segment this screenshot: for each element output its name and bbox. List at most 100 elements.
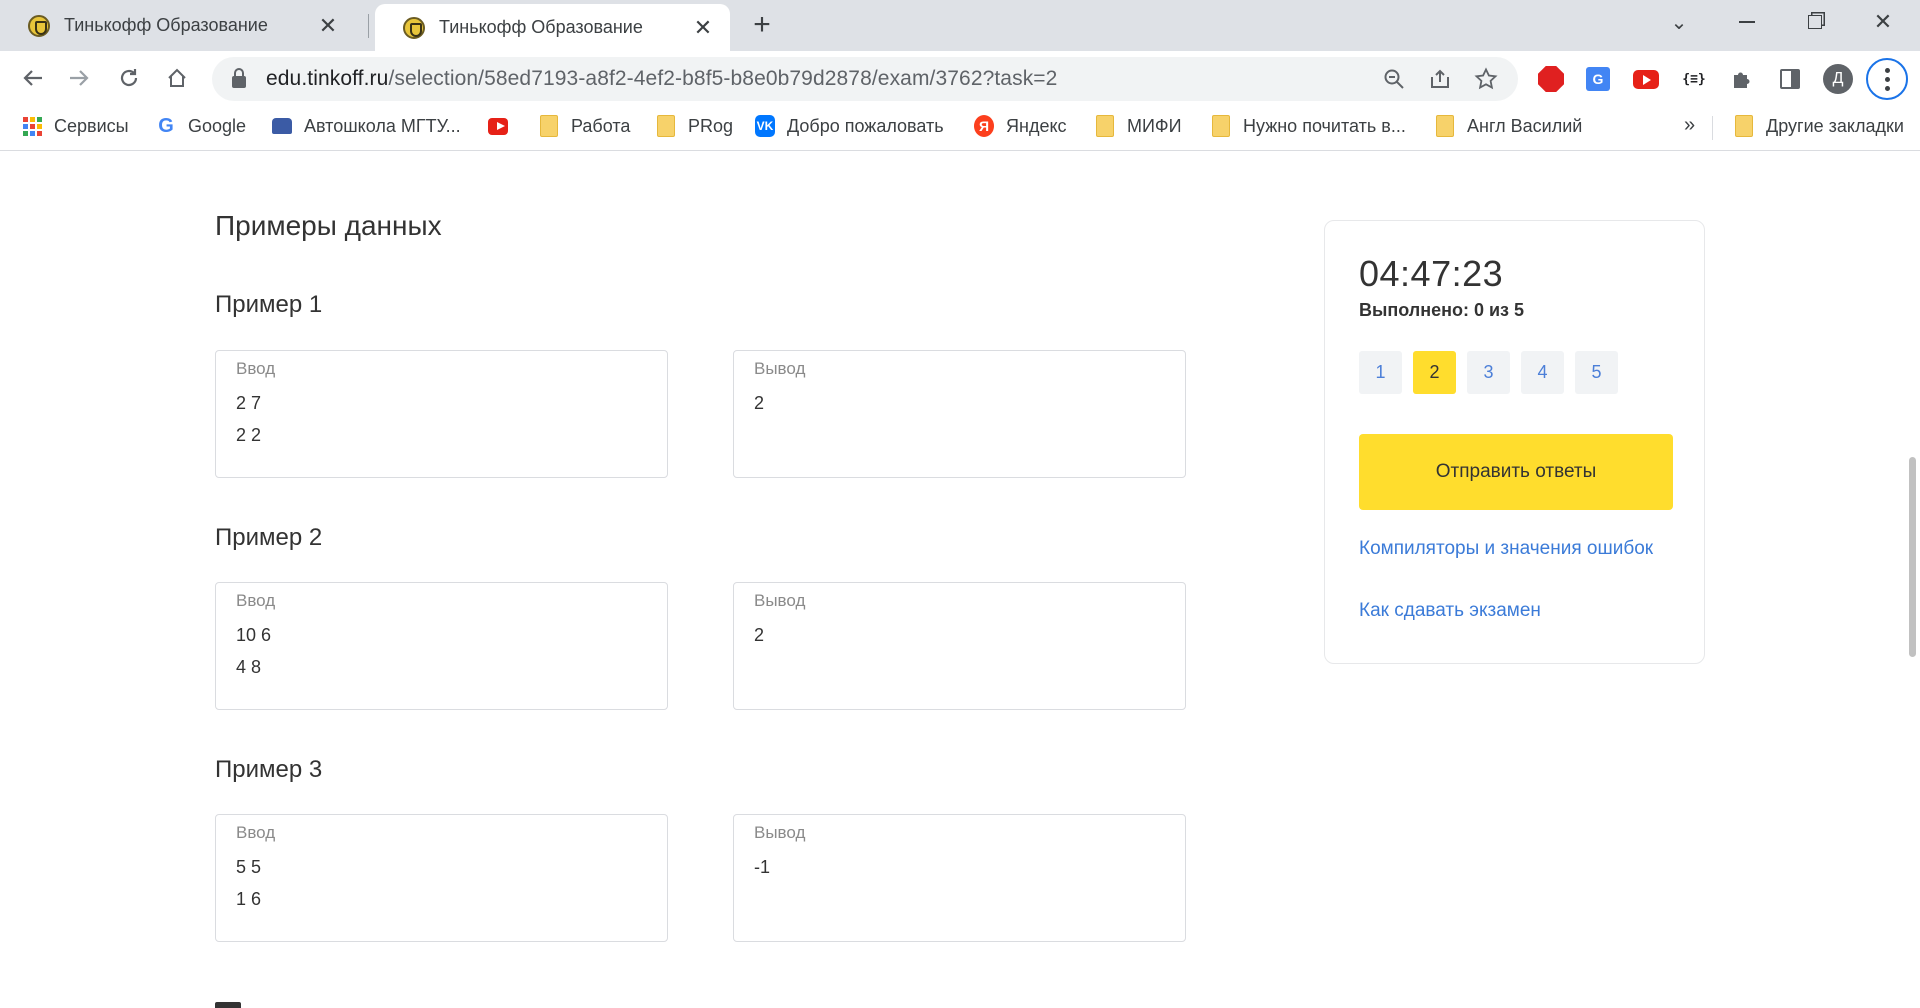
bookmark-label: МИФИ — [1127, 115, 1182, 136]
tab-search-chevron-icon[interactable]: ⌄ — [1646, 0, 1712, 44]
bookmark-star-icon[interactable] — [1470, 63, 1502, 95]
bookmark-yandex[interactable]: Я Яндекс — [974, 106, 1067, 146]
how-to-take-exam-link[interactable]: Как сдавать экзамен — [1359, 597, 1659, 624]
output-label: Вывод — [754, 359, 806, 378]
bookmark-english-folder[interactable]: Англ Василий — [1435, 106, 1582, 146]
submit-answers-button[interactable]: Отправить ответы — [1359, 434, 1673, 510]
address-bar[interactable]: edu.tinkoff.ru/selection/58ed7193-a8f2-4… — [212, 57, 1518, 101]
zoom-icon[interactable] — [1378, 63, 1410, 95]
task-button-1[interactable]: 1 — [1359, 351, 1402, 394]
example-input-box: Ввод 2 7 2 2 — [215, 350, 668, 478]
car-icon — [272, 116, 292, 136]
kebab-menu-icon — [1884, 67, 1890, 91]
tinkoff-favicon-icon — [403, 16, 425, 39]
scrollbar-thumb[interactable] — [1909, 457, 1916, 657]
example-input-box: Ввод 5 5 1 6 — [215, 814, 668, 942]
compilers-errors-link[interactable]: Компиляторы и значения ошибок — [1359, 535, 1659, 562]
bookmark-label: Автошкола МГТУ... — [304, 115, 461, 136]
browser-toolbar: edu.tinkoff.ru/selection/58ed7193-a8f2-4… — [0, 51, 1920, 106]
browser-tab-active[interactable]: Тинькофф Образование ✕ — [375, 4, 730, 51]
home-icon — [168, 68, 186, 87]
close-tab-icon[interactable]: ✕ — [315, 13, 341, 39]
other-bookmarks[interactable]: Другие закладки — [1734, 106, 1904, 146]
minimize-button[interactable] — [1714, 0, 1780, 44]
url-host: edu.tinkoff.ru — [266, 67, 389, 90]
vk-icon: VK — [755, 115, 775, 137]
example-input-box: Ввод 10 6 4 8 — [215, 582, 668, 710]
minimize-icon — [1739, 21, 1755, 23]
input-line: 10 6 — [236, 625, 272, 645]
bookmark-youtube[interactable] — [488, 106, 520, 146]
home-button[interactable] — [158, 59, 196, 97]
bookmarks-separator — [1712, 116, 1713, 140]
tab-separator — [368, 14, 369, 38]
bookmark-label: Нужно почитать в... — [1243, 115, 1406, 136]
back-arrow-icon — [23, 70, 42, 86]
profile-avatar[interactable]: Д — [1822, 63, 1854, 95]
input-label: Ввод — [236, 823, 276, 842]
yandex-icon: Я — [974, 115, 994, 137]
output-line: 2 — [754, 393, 765, 413]
adblock-extension-icon[interactable] — [1535, 63, 1567, 95]
bookmark-prog-folder[interactable]: PRog — [656, 106, 733, 146]
folder-icon — [539, 115, 559, 137]
example-title: Пример 2 — [215, 524, 323, 551]
input-line: 2 2 — [236, 425, 262, 445]
task-button-5[interactable]: 5 — [1575, 351, 1618, 394]
folder-icon — [1435, 115, 1455, 137]
folder-icon — [1211, 115, 1231, 137]
lock-icon — [232, 68, 246, 88]
tab-title: Тинькофф Образование — [64, 15, 268, 35]
input-line: 5 5 — [236, 857, 262, 877]
bookmark-label: PRog — [688, 115, 734, 136]
bookmark-google[interactable]: G Google — [156, 106, 246, 146]
bookmark-mephi-folder[interactable]: МИФИ — [1095, 106, 1182, 146]
page-scrollbar[interactable] — [1906, 152, 1920, 1008]
tab-title: Тинькофф Образование — [439, 17, 643, 37]
reload-button[interactable] — [110, 59, 148, 97]
bookmark-label: Другие закладки — [1766, 115, 1904, 136]
browser-tab[interactable]: Тинькофф Образование ✕ — [0, 0, 355, 51]
chrome-menu-button[interactable] — [1866, 58, 1908, 100]
bookmark-to-read-folder[interactable]: Нужно почитать в... — [1211, 106, 1406, 146]
bookmark-driving-school[interactable]: Автошкола МГТУ... — [272, 106, 461, 146]
task-button-3[interactable]: 3 — [1467, 351, 1510, 394]
input-line: 2 7 — [236, 393, 262, 413]
bookmark-label: Яндекс — [1006, 115, 1067, 136]
folder-icon — [656, 115, 676, 137]
extensions-puzzle-icon[interactable] — [1726, 63, 1758, 95]
bookmark-label: Англ Василий — [1467, 115, 1583, 136]
output-label: Вывод — [754, 823, 806, 842]
bookmark-vk[interactable]: VK Добро пожаловать — [755, 106, 944, 146]
new-tab-button[interactable]: + — [745, 8, 779, 42]
apps-icon — [22, 116, 42, 136]
close-window-button[interactable]: ✕ — [1850, 0, 1916, 44]
input-line: 1 6 — [236, 889, 262, 909]
example-output-box: Вывод 2 — [733, 350, 1186, 478]
bookmarks-bar: Сервисы G Google Автошкола МГТУ... Работ… — [0, 106, 1920, 151]
task-button-4[interactable]: 4 — [1521, 351, 1564, 394]
close-tab-icon[interactable]: ✕ — [690, 15, 716, 41]
translate-extension-icon[interactable]: G — [1582, 63, 1614, 95]
back-button[interactable] — [14, 59, 52, 97]
more-bookmarks-chevron-icon[interactable]: » — [1684, 114, 1695, 137]
json-viewer-extension-icon[interactable]: {≡} — [1678, 63, 1710, 95]
side-panel-icon[interactable] — [1774, 63, 1806, 95]
youtube-extension-icon[interactable] — [1630, 63, 1662, 95]
bookmark-label: Сервисы — [54, 115, 129, 136]
restore-button[interactable] — [1782, 0, 1848, 44]
share-icon[interactable] — [1424, 63, 1456, 95]
forward-button[interactable] — [60, 59, 98, 97]
folder-icon — [1095, 115, 1115, 137]
task-navigation: 1 2 3 4 5 — [1359, 351, 1618, 394]
task-button-2-current[interactable]: 2 — [1413, 351, 1456, 394]
tab-strip: Тинькофф Образование ✕ Тинькофф Образова… — [0, 0, 1920, 51]
bookmark-work-folder[interactable]: Работа — [539, 106, 630, 146]
example-title: Пример 1 — [215, 291, 323, 318]
input-label: Ввод — [236, 359, 276, 378]
output-label: Вывод — [754, 591, 806, 610]
page-content: Примеры данных Пример 1 Ввод 2 7 2 2 Выв… — [0, 152, 1920, 1008]
exam-timer: 04:47:23 — [1359, 253, 1504, 294]
restore-icon — [1808, 15, 1822, 29]
bookmark-services[interactable]: Сервисы — [22, 106, 129, 146]
